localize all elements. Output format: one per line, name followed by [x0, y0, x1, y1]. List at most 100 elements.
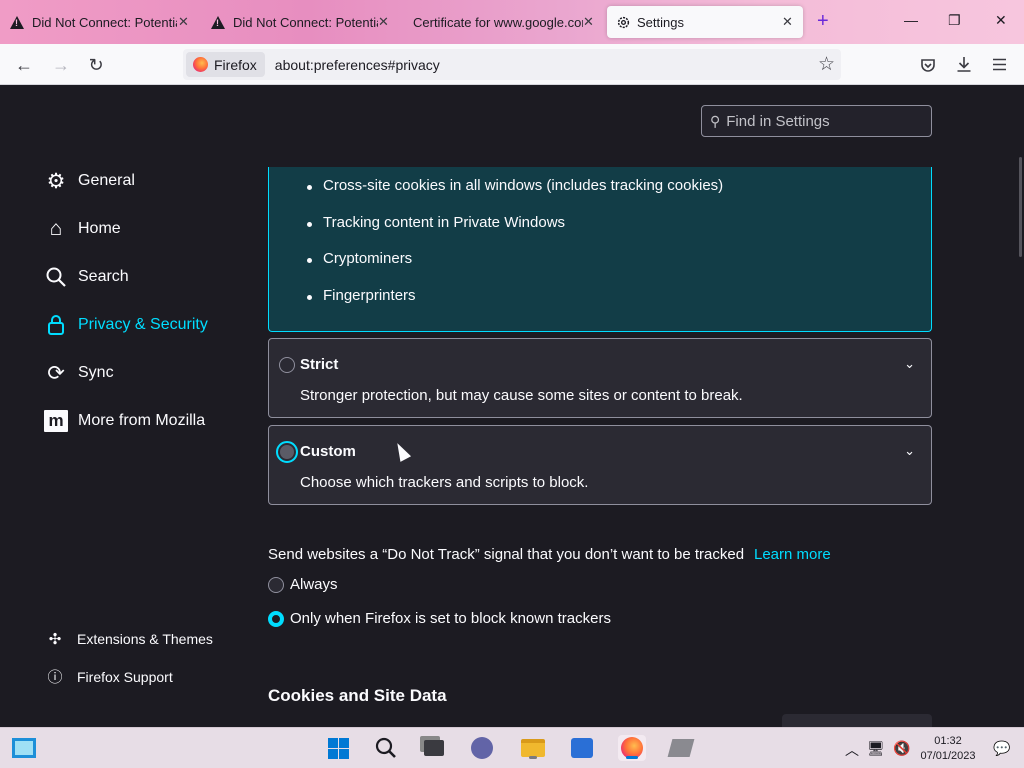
strict-radio[interactable] [279, 357, 295, 373]
chat-icon[interactable] [469, 735, 495, 761]
chevron-down-icon[interactable]: ⌄ [904, 356, 915, 372]
category-label: Sync [78, 364, 114, 381]
start-button[interactable] [325, 735, 351, 761]
home-icon: ⌂ [49, 217, 63, 240]
blocked-list: Cross-site cookies in all windows (inclu… [307, 177, 723, 323]
mozilla-icon: m [44, 410, 68, 432]
category-more-from-mozilla[interactable]: m More from Mozilla [44, 409, 205, 433]
link-label: Extensions & Themes [77, 631, 213, 647]
option-title: Strict [300, 356, 339, 373]
taskbar-search-icon[interactable] [373, 735, 399, 761]
notifications-icon[interactable]: 💬 [993, 740, 1010, 757]
app-icon[interactable] [667, 735, 695, 761]
forward-button[interactable]: → [49, 53, 73, 77]
tab-title: Did Not Connect: Potential Security Issu… [233, 14, 378, 30]
tab-title: Settings [637, 14, 684, 30]
file-explorer-icon[interactable] [520, 735, 546, 761]
option-label: Always [290, 576, 338, 593]
category-label: General [78, 172, 135, 189]
custom-radio[interactable] [276, 441, 298, 463]
sync-icon: ⟳ [47, 361, 65, 385]
minimize-button[interactable]: — [904, 12, 918, 28]
widgets-icon[interactable] [11, 735, 37, 761]
search-icon [46, 267, 66, 287]
bookmark-star-icon[interactable]: ☆ [818, 53, 835, 76]
firefox-logo-icon [193, 57, 208, 72]
pocket-icon[interactable] [920, 57, 936, 73]
downloads-icon[interactable] [956, 56, 972, 73]
menu-icon[interactable] [992, 58, 1007, 71]
dnt-only-when-blocking-option[interactable]: Only when Firefox is set to block known … [268, 610, 611, 627]
tab-did-not-connect-2[interactable]: Did Not Connect: Potential Security Issu… [211, 0, 401, 44]
chevron-down-icon[interactable]: ⌄ [904, 443, 915, 459]
lock-icon [48, 315, 64, 335]
category-search[interactable]: Search [44, 265, 129, 289]
dnt-always-option[interactable]: Always [268, 576, 338, 593]
option-title: Custom [300, 443, 356, 460]
tab-title: Did Not Connect: Potential Security Issu… [32, 14, 177, 30]
tab-certificate[interactable]: Certificate for www.google.com ✕ [413, 0, 598, 44]
close-tab-icon[interactable]: ✕ [378, 14, 389, 30]
reload-button[interactable]: ↻ [84, 53, 108, 77]
close-tab-icon[interactable]: ✕ [782, 14, 793, 30]
find-placeholder: Find in Settings [726, 112, 830, 130]
category-label: Privacy & Security [78, 316, 208, 333]
url-bar[interactable]: Firefox about:preferences#privacy ☆ [183, 49, 841, 80]
task-view-icon[interactable] [421, 735, 447, 761]
learn-more-link[interactable]: Learn more [754, 546, 831, 563]
volume-muted-icon[interactable]: 🔇 [893, 740, 910, 757]
tab-did-not-connect-1[interactable]: Did Not Connect: Potential Security Issu… [10, 0, 200, 44]
list-item: Tracking content in Private Windows [307, 214, 723, 251]
dnt-always-radio[interactable] [268, 576, 284, 593]
close-window-button[interactable]: ✕ [995, 12, 1007, 29]
identity-label: Firefox [214, 56, 257, 73]
standard-protection-panel: Cross-site cookies in all windows (inclu… [268, 167, 932, 332]
close-tab-icon[interactable]: ✕ [583, 14, 594, 30]
firefox-support-link[interactable]: ⓘ Firefox Support [47, 666, 173, 687]
strict-option[interactable]: Strict Stronger protection, but may caus… [268, 338, 932, 418]
restore-button[interactable]: ❐ [948, 12, 961, 29]
network-icon[interactable]: 🖥 [867, 740, 885, 757]
category-label: More from Mozilla [78, 412, 206, 429]
category-label: Search [78, 268, 129, 285]
identity-box[interactable]: Firefox [186, 52, 265, 77]
store-icon[interactable] [569, 735, 595, 761]
new-tab-button[interactable]: + [817, 10, 829, 33]
close-tab-icon[interactable]: ✕ [178, 14, 189, 30]
url-text[interactable]: about:preferences#privacy [275, 57, 440, 73]
warning-icon [10, 15, 24, 29]
cookies-section-heading: Cookies and Site Data [268, 686, 447, 705]
category-general[interactable]: ⚙ General [44, 169, 135, 193]
windows-logo-icon [327, 737, 349, 759]
list-item: Cryptominers [307, 250, 723, 287]
back-button[interactable]: ← [12, 53, 36, 77]
option-description: Choose which trackers and scripts to blo… [300, 474, 589, 491]
extensions-themes-link[interactable]: ✣ Extensions & Themes [47, 630, 213, 648]
gear-icon [617, 16, 630, 28]
list-item: Fingerprinters [307, 287, 723, 324]
navigation-toolbar: ← → ↻ Firefox about:preferences#privacy … [0, 44, 1024, 85]
tab-settings[interactable]: Settings ✕ [607, 6, 803, 38]
tab-title: Certificate for www.google.com [413, 14, 583, 30]
find-in-settings-input[interactable]: ⚲ Find in Settings [701, 105, 932, 137]
category-privacy-security[interactable]: Privacy & Security [44, 313, 208, 337]
taskbar-clock[interactable]: 01:32 07/01/2023 [920, 734, 976, 764]
dnt-label: Send websites a “Do Not Track” signal th… [268, 546, 745, 563]
warning-icon [211, 15, 225, 29]
page-scrollbar[interactable] [1019, 157, 1022, 257]
clock-date: 07/01/2023 [920, 750, 976, 762]
option-label: Only when Firefox is set to block known … [290, 610, 611, 627]
list-item: Cross-site cookies in all windows (inclu… [307, 177, 723, 214]
help-icon: ⓘ [47, 669, 63, 686]
search-icon: ⚲ [710, 112, 721, 129]
link-label: Firefox Support [77, 668, 173, 685]
firefox-taskbar-icon[interactable] [618, 735, 646, 761]
category-sync[interactable]: ⟳ Sync [44, 361, 114, 385]
option-description: Stronger protection, but may cause some … [300, 387, 743, 404]
chevron-up-icon[interactable]: ︿ [845, 740, 859, 760]
category-label: Home [78, 220, 121, 237]
puzzle-icon: ✣ [48, 631, 62, 648]
category-home[interactable]: ⌂ Home [44, 217, 121, 241]
dnt-only-when-radio[interactable] [268, 610, 284, 627]
custom-option[interactable]: Custom Choose which trackers and scripts… [268, 425, 932, 505]
